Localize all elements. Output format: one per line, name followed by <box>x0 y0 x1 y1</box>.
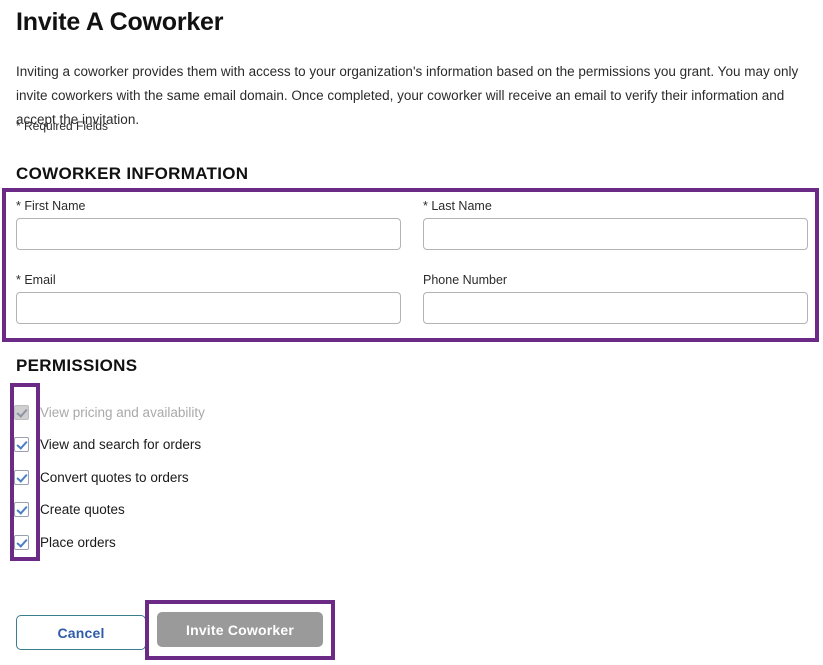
field-first-name: * First Name <box>16 199 401 250</box>
phone-number-label: Phone Number <box>423 273 508 287</box>
permissions-list: View pricing and availability View and s… <box>14 396 514 559</box>
invite-coworker-button[interactable]: Invite Coworker <box>157 612 323 647</box>
cancel-button[interactable]: Cancel <box>16 615 146 650</box>
intro-paragraph: Inviting a coworker provides them with a… <box>16 63 799 127</box>
permission-label-convert-quotes: Convert quotes to orders <box>40 469 189 485</box>
first-name-label: * First Name <box>16 199 86 213</box>
permission-label-create-quotes: Create quotes <box>40 502 125 518</box>
checkbox-place-orders-icon[interactable] <box>14 534 29 550</box>
invite-coworker-page: Invite A Coworker Inviting a coworker pr… <box>0 0 823 665</box>
email-input[interactable] <box>16 292 401 324</box>
field-phone-number: Phone Number <box>423 273 808 324</box>
field-email: * Email <box>16 273 401 324</box>
permission-label-view-search-orders: View and search for orders <box>40 437 202 453</box>
section-header-permissions: PERMISSIONS <box>16 356 138 375</box>
checkbox-convert-quotes-icon[interactable] <box>14 469 29 485</box>
last-name-input[interactable] <box>423 218 808 250</box>
checkbox-view-pricing-icon <box>14 404 29 420</box>
field-last-name: * Last Name <box>423 199 808 250</box>
permission-label-view-pricing: View pricing and availability <box>40 404 205 420</box>
last-name-label: * Last Name <box>423 199 492 213</box>
section-header-coworker-information: COWORKER INFORMATION <box>16 164 249 183</box>
first-name-input[interactable] <box>16 218 401 250</box>
permission-row-place-orders[interactable]: Place orders <box>14 526 514 559</box>
permission-row-view-pricing: View pricing and availability <box>14 396 514 429</box>
permission-label-place-orders: Place orders <box>40 534 116 550</box>
permission-row-view-search-orders[interactable]: View and search for orders <box>14 429 514 462</box>
permission-row-convert-quotes[interactable]: Convert quotes to orders <box>14 461 514 494</box>
page-title: Invite A Coworker <box>16 8 224 36</box>
checkbox-create-quotes-icon[interactable] <box>14 502 29 518</box>
required-fields-note: * Required Fields <box>16 119 109 133</box>
permission-row-create-quotes[interactable]: Create quotes <box>14 494 514 527</box>
checkbox-view-search-orders-icon[interactable] <box>14 437 29 453</box>
coworker-information-form: * First Name * Last Name * Email Phone N… <box>2 188 819 342</box>
phone-number-input[interactable] <box>423 292 808 324</box>
email-label: * Email <box>16 273 56 287</box>
